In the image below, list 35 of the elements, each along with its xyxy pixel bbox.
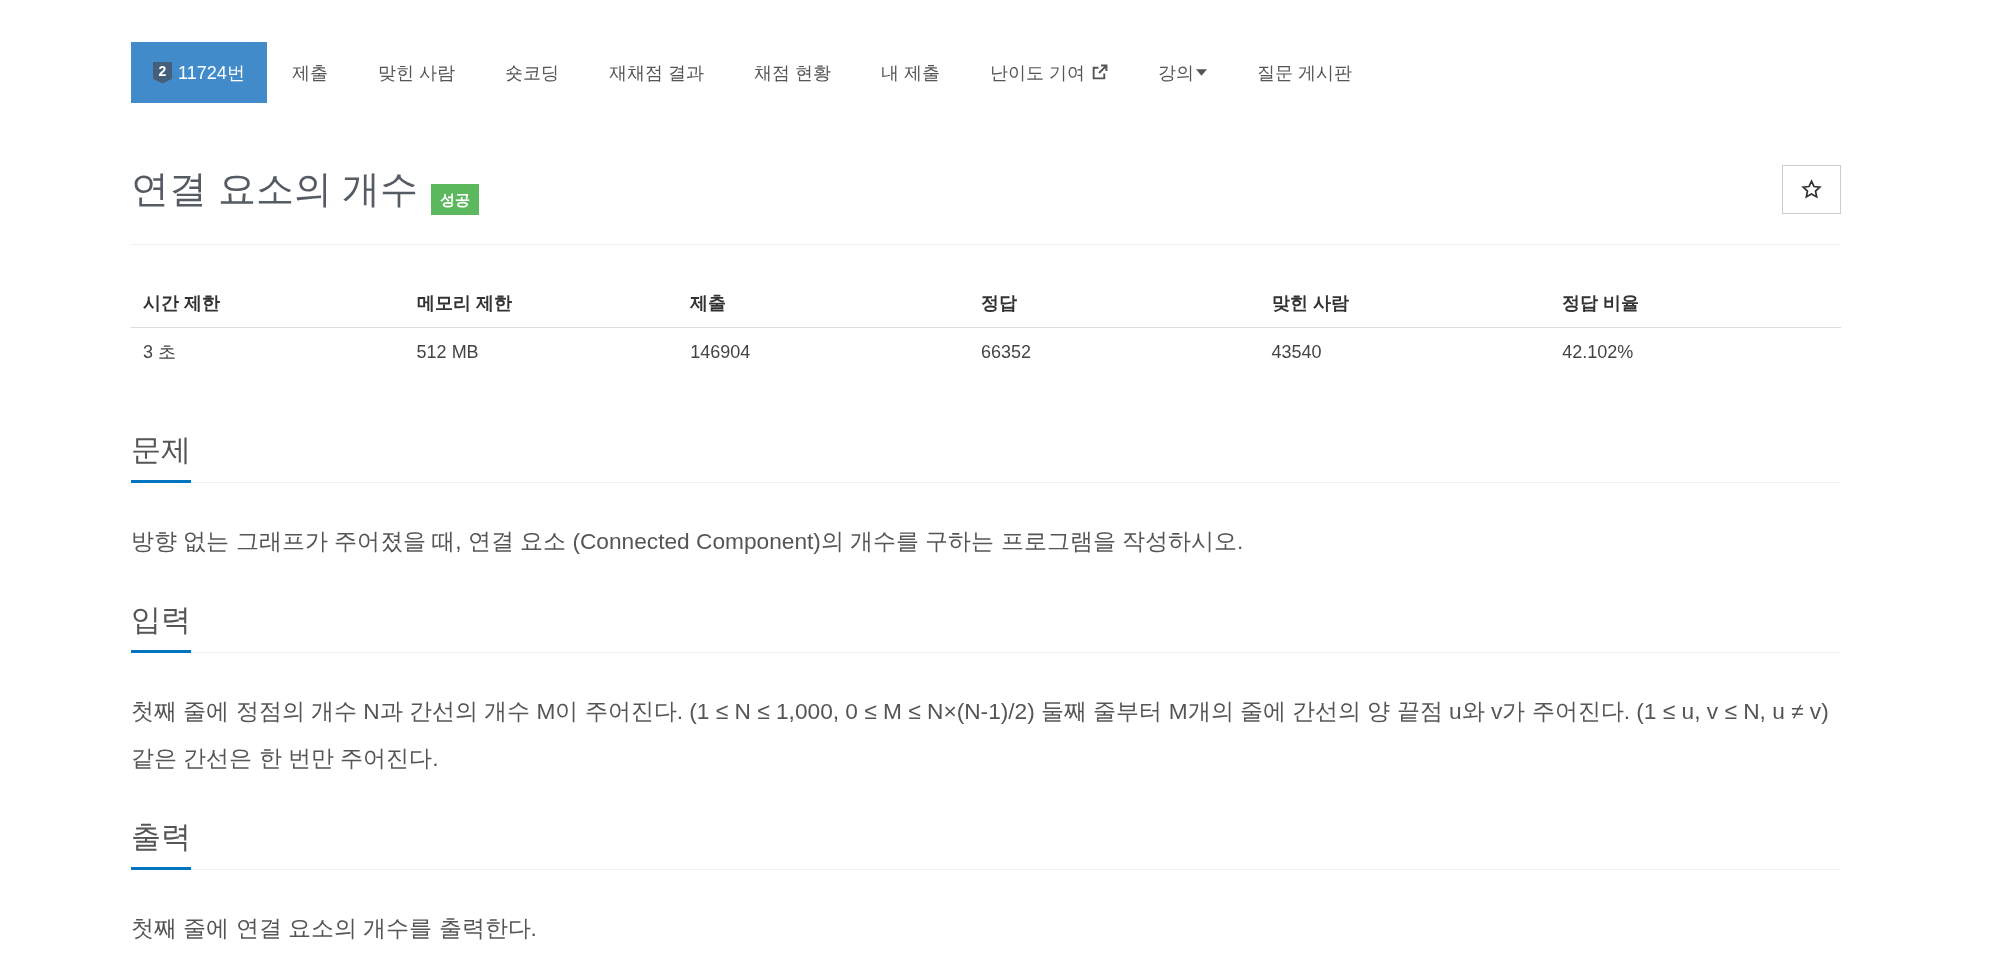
table-cell: 66352 [968, 327, 1260, 376]
section-heading: 입력 [131, 600, 191, 653]
star-button[interactable] [1782, 164, 1841, 214]
nav-link[interactable]: 맞힌 사람 [352, 42, 480, 103]
caret-icon [1195, 69, 1207, 76]
column-header: 맞힌 사람 [1259, 279, 1551, 328]
nav-link[interactable]: 2 11724번 [131, 42, 267, 103]
star-icon [1801, 178, 1822, 200]
section-heading: 출력 [131, 817, 191, 870]
column-header: 정답 [968, 279, 1260, 328]
table-cell: 146904 [678, 327, 969, 376]
column-header: 시간 제한 [131, 279, 405, 328]
table-cell: 43540 [1259, 327, 1551, 376]
result-tag: 성공 [431, 183, 480, 215]
nav-link[interactable]: 난이도 기여 [964, 42, 1133, 103]
table-cell: 512 MB [404, 327, 679, 376]
nav-link[interactable]: 재채점 결과 [583, 42, 729, 103]
table-cell: 42.102% [1550, 327, 1841, 376]
nav-link[interactable]: 강의 [1132, 42, 1232, 103]
section-text: 방향 없는 그래프가 주어졌을 때, 연결 요소 (Connected Component)의 개수를 구하는 프로그램을 작성하시오. [131, 527, 1245, 556]
column-header: 제출 [678, 279, 969, 328]
problem-title: 연결 요소의 개수 [131, 167, 419, 212]
external-link-icon [1090, 64, 1108, 81]
section-text: 첫째 줄에 정점의 개수 N과 간선의 개수 M이 주어진다. (1 ≤ N ≤ 1,000, 0 ≤ M ≤ N×(N-1)/2) 둘째 줄부터 M개의 줄에 간선의 양 끝점 u와 v가 주어진다. (1 ≤ u, v ≤ N, u ≠ v) 같은 간선은 한 번만 주어진다. [131, 697, 1830, 773]
nav-link[interactable]: 채점 현황 [728, 42, 856, 103]
section-heading: 문제 [131, 430, 191, 483]
section-text: 첫째 줄에 연결 요소의 개수를 출력한다. [131, 914, 538, 943]
tier-badge: 2 [153, 61, 172, 84]
nav-link[interactable]: 제출 [266, 42, 353, 103]
nav-link[interactable]: 숏코딩 [479, 42, 584, 103]
column-header: 메모리 제한 [404, 279, 679, 328]
nav-link[interactable]: 내 제출 [855, 42, 965, 103]
column-header: 정답 비율 [1550, 279, 1841, 328]
nav-link[interactable]: 질문 게시판 [1231, 42, 1377, 103]
table-cell: 3 초 [131, 327, 405, 376]
